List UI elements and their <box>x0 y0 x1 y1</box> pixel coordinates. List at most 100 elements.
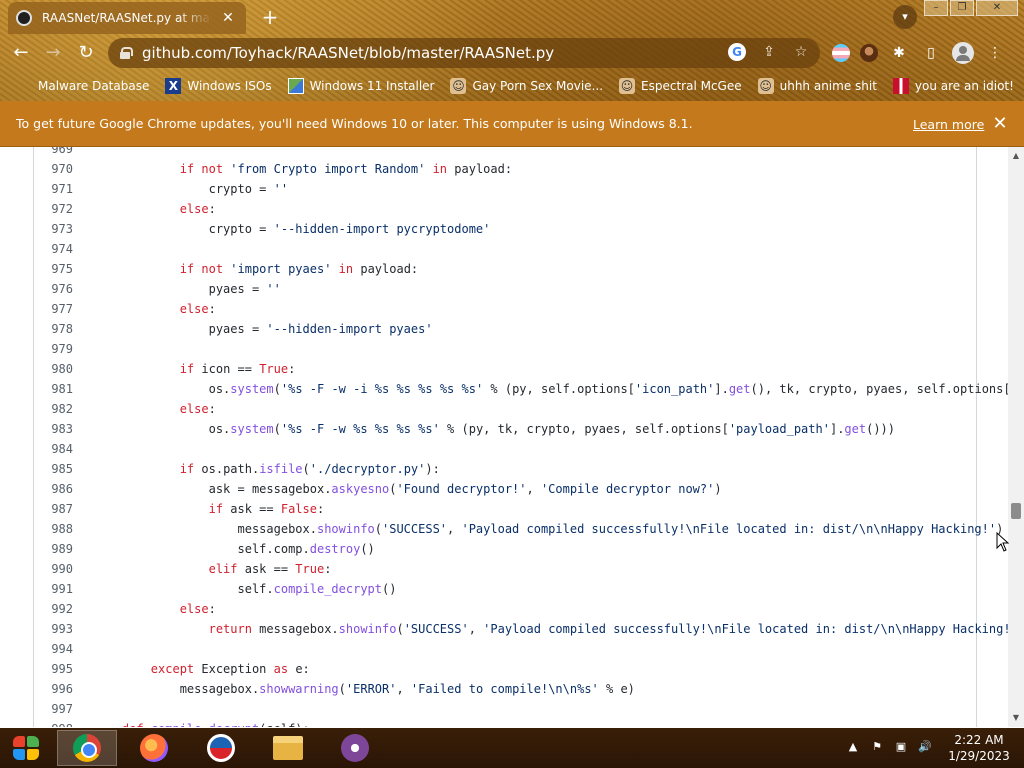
share-icon[interactable]: ⇪ <box>760 43 778 61</box>
code-token: messagebox. <box>93 522 317 536</box>
tab-raasnet[interactable]: RAASNet/RAASNet.py at master · Toyhack/R… <box>8 2 246 34</box>
bookmark-item[interactable]: you are an idiot! <box>892 78 1014 94</box>
line-number[interactable]: 992 <box>33 599 73 619</box>
action-center-flag-icon[interactable]: ⚑ <box>870 740 884 754</box>
line-number[interactable]: 976 <box>33 279 73 299</box>
line-number[interactable]: 997 <box>33 699 73 719</box>
scroll-up-arrow-icon[interactable]: ▲ <box>1008 149 1024 163</box>
code-token: , <box>526 482 541 496</box>
url-text[interactable]: github.com/Toyhack/RAASNet/blob/master/R… <box>142 44 554 62</box>
avatar-extension-icon[interactable] <box>860 44 878 62</box>
taskbar-obama-app[interactable] <box>191 730 251 766</box>
address-bar[interactable]: github.com/Toyhack/RAASNet/blob/master/R… <box>108 38 820 68</box>
line-number[interactable]: 983 <box>33 419 73 439</box>
line-number[interactable]: 993 <box>33 619 73 639</box>
line-number[interactable]: 973 <box>33 219 73 239</box>
taskbar-firefox[interactable] <box>124 730 184 766</box>
line-number[interactable]: 996 <box>33 679 73 699</box>
taskbar-chrome[interactable] <box>57 730 117 766</box>
code-line: 992 else: <box>33 599 977 619</box>
line-number[interactable]: 974 <box>33 239 73 259</box>
tor-icon <box>341 734 369 762</box>
taskbar-tor-browser[interactable] <box>325 730 385 766</box>
line-number[interactable]: 984 <box>33 439 73 459</box>
back-button[interactable]: ← <box>8 40 34 66</box>
reload-button[interactable]: ↻ <box>73 40 99 66</box>
trans-flag-extension-icon[interactable] <box>832 44 850 62</box>
code-token: ): <box>425 462 440 476</box>
code-viewer[interactable]: 969 970 if not 'from Crypto import Random… <box>0 147 1008 727</box>
bookmark-item[interactable]: Windows 11 Installer <box>287 78 434 94</box>
line-number[interactable]: 988 <box>33 519 73 539</box>
firefox-icon <box>140 734 168 762</box>
puzzle-icon[interactable]: ✱ <box>888 42 910 64</box>
minimize-button[interactable]: – <box>924 0 948 16</box>
line-number[interactable]: 987 <box>33 499 73 519</box>
line-number[interactable]: 994 <box>33 639 73 659</box>
code-token: '%s -F -w -i %s %s %s %s %s' <box>280 382 484 396</box>
line-number[interactable]: 991 <box>33 579 73 599</box>
line-number[interactable]: 985 <box>33 459 73 479</box>
code-token: ( <box>273 382 281 396</box>
code-token: ask == <box>244 562 296 576</box>
scroll-thumb[interactable] <box>1011 502 1021 519</box>
code-token: messagebox. <box>259 622 339 636</box>
bookmark-item[interactable]: Malware Database <box>16 78 149 94</box>
kebab-menu-icon[interactable]: ⋮ <box>984 42 1006 64</box>
side-panel-icon[interactable]: ▯ <box>920 42 942 64</box>
bookmark-item[interactable]: ☺ uhhh anime shit <box>757 78 877 94</box>
code-token: 'icon_path' <box>634 382 715 396</box>
line-number[interactable]: 977 <box>33 299 73 319</box>
window-close-button[interactable]: ✕ <box>976 0 1018 16</box>
line-number[interactable]: 998 <box>33 719 73 727</box>
infobar-close-icon[interactable]: ✕ <box>990 113 1010 134</box>
line-number[interactable]: 969 <box>33 147 73 159</box>
line-number[interactable]: 986 <box>33 479 73 499</box>
learn-more-link[interactable]: Learn more <box>913 117 984 132</box>
line-number[interactable]: 972 <box>33 199 73 219</box>
start-button[interactable] <box>10 733 42 763</box>
line-number[interactable]: 971 <box>33 179 73 199</box>
line-number[interactable]: 980 <box>33 359 73 379</box>
restore-button[interactable]: ❐ <box>950 0 974 16</box>
line-number[interactable]: 975 <box>33 259 73 279</box>
close-icon[interactable]: ✕ <box>220 10 236 26</box>
code-text: self.compile_decrypt() <box>93 579 396 599</box>
system-clock[interactable]: 2:22 AM 1/29/2023 <box>944 732 1014 764</box>
profile-avatar-icon[interactable] <box>952 42 974 64</box>
network-icon[interactable]: ▣ <box>894 740 908 754</box>
show-hidden-icons-chevron-icon[interactable]: ▲ <box>846 740 860 754</box>
bookmark-item[interactable]: ☺ Espectral McGee <box>619 78 742 94</box>
code-text: def compile_decrypt(self): <box>93 719 310 727</box>
code-token: elif <box>208 562 245 576</box>
line-number[interactable]: 970 <box>33 159 73 179</box>
bookmark-item[interactable]: X Windows ISOs <box>165 78 272 94</box>
infobar-message: To get future Google Chrome updates, you… <box>16 116 693 131</box>
line-number[interactable]: 989 <box>33 539 73 559</box>
bookmark-item[interactable]: ☺ Gay Porn Sex Movie... <box>450 78 603 94</box>
line-number[interactable]: 979 <box>33 339 73 359</box>
forward-button[interactable]: → <box>40 40 66 66</box>
line-number[interactable]: 981 <box>33 379 73 399</box>
code-line: 980 if icon == True: <box>33 359 977 379</box>
bookmark-star-icon[interactable]: ☆ <box>792 43 810 61</box>
scroll-down-arrow-icon[interactable]: ▼ <box>1008 711 1024 725</box>
image-icon <box>287 78 304 94</box>
system-tray: ▲ ⚑ ▣ 🔊 <box>846 740 932 754</box>
code-token: Exception <box>201 662 274 676</box>
line-number[interactable]: 978 <box>33 319 73 339</box>
code-token: get <box>844 422 867 436</box>
line-number[interactable]: 990 <box>33 559 73 579</box>
new-tab-button[interactable]: + <box>258 5 282 29</box>
line-number[interactable]: 995 <box>33 659 73 679</box>
tab-search-button[interactable]: ▾ <box>893 5 917 29</box>
volume-icon[interactable]: 🔊 <box>918 740 932 754</box>
google-lens-icon[interactable]: G <box>728 43 746 61</box>
taskbar-file-explorer[interactable] <box>258 730 318 766</box>
clock-date: 1/29/2023 <box>948 749 1010 763</box>
page-scrollbar[interactable]: ▲ ▼ <box>1008 147 1024 727</box>
code-token: pyaes = <box>93 282 267 296</box>
code-text: else: <box>93 399 216 419</box>
line-number[interactable]: 982 <box>33 399 73 419</box>
lock-icon[interactable] <box>120 47 133 59</box>
